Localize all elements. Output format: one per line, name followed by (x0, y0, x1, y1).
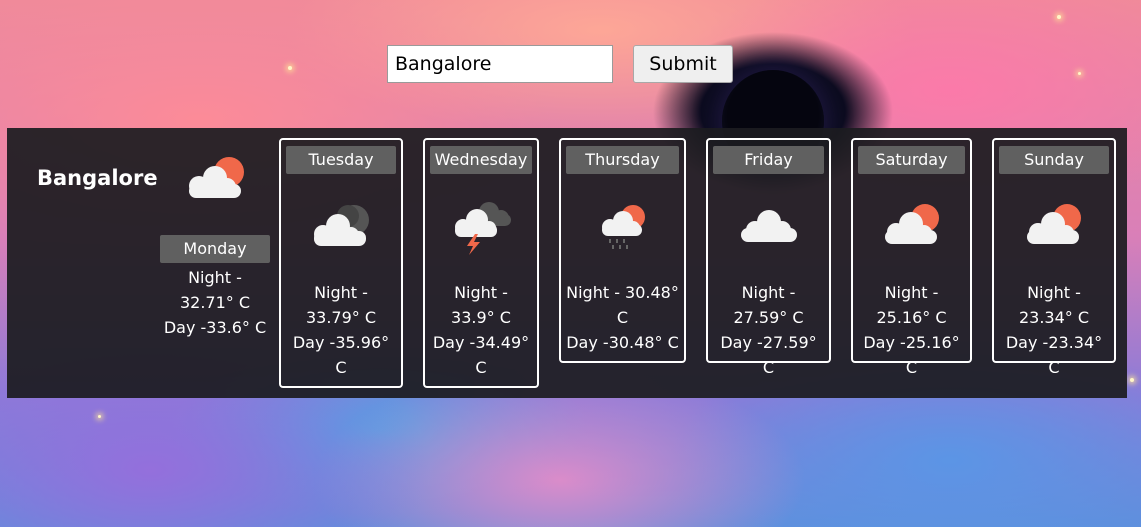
forecast-day-label: Wednesday (430, 146, 532, 174)
forecast-day-temp: Day -23.34° C (1005, 333, 1103, 377)
forecast-day-temp: Day -27.59° C (720, 333, 817, 377)
thunderstorm-icon (455, 202, 511, 255)
forecast-day-label: Sunday (999, 146, 1109, 174)
city-name: Bangalore (37, 166, 158, 190)
forecast-card-tuesday: Tuesday Night - 33.79° C Day -35.96° C (279, 138, 403, 388)
forecast-day-temp: Day -30.48° C (566, 333, 679, 352)
forecast-day-temp: Day -35.96° C (292, 333, 390, 377)
weather-panel: Bangalore Monday Night - 32.71° C Day -3… (7, 128, 1127, 398)
star-decoration (1057, 15, 1061, 19)
today-day-temp: Day -33.6° C (163, 318, 267, 337)
forecast-card-thursday: Thursday Night - 30.48° C Day -30.48° C (559, 138, 686, 363)
city-search-input[interactable] (387, 45, 613, 83)
forecast-card-friday: Friday Night - 27.59° C Day -27.59° C (706, 138, 831, 377)
forecast-day-temp: Day -34.49° C (432, 333, 530, 377)
forecast-day-temp: Day -25.16° C (863, 333, 960, 377)
forecast-night-temp: Night - 27.59° C (733, 283, 804, 327)
forecast-day-label: Friday (713, 146, 824, 174)
cloud-icon (740, 210, 797, 242)
forecast-day-label: Saturday (858, 146, 965, 174)
star-decoration (1130, 378, 1134, 382)
forecast-card-saturday: Saturday Night - 25.16° C Day -25.16° C (851, 138, 972, 377)
rain-sun-cloud-icon (601, 205, 645, 249)
forecast-card-sunday: Sunday Night - 23.34° C Day -23.34° C (992, 138, 1116, 377)
forecast-night-temp: Night - 33.79° C (305, 283, 377, 327)
star-decoration (1078, 72, 1081, 75)
star-decoration (98, 415, 101, 418)
submit-button[interactable]: Submit (633, 45, 733, 83)
today-day-label: Monday (160, 235, 270, 263)
forecast-night-temp: Night - 33.9° C (451, 283, 511, 327)
partly-cloudy-day-icon (884, 204, 939, 244)
partly-cloudy-day-icon (189, 157, 244, 198)
forecast-day-label: Thursday (566, 146, 679, 174)
today-night-temp: Night - 32.71° C (179, 268, 251, 312)
forecast-night-temp: Night - 25.16° C (876, 283, 947, 327)
star-decoration (288, 66, 292, 70)
today-summary: Monday Night - 32.71° C Day -33.6° C (160, 235, 270, 340)
cloudy-night-icon (314, 205, 369, 246)
forecast-night-temp: Night - 23.34° C (1018, 283, 1090, 327)
forecast-night-temp: Night - 30.48° C (566, 283, 679, 327)
forecast-card-wednesday: Wednesday Night - 33.9° C Day -34.49° C (423, 138, 539, 388)
forecast-day-label: Tuesday (286, 146, 396, 174)
partly-cloudy-day-icon (1027, 204, 1081, 244)
